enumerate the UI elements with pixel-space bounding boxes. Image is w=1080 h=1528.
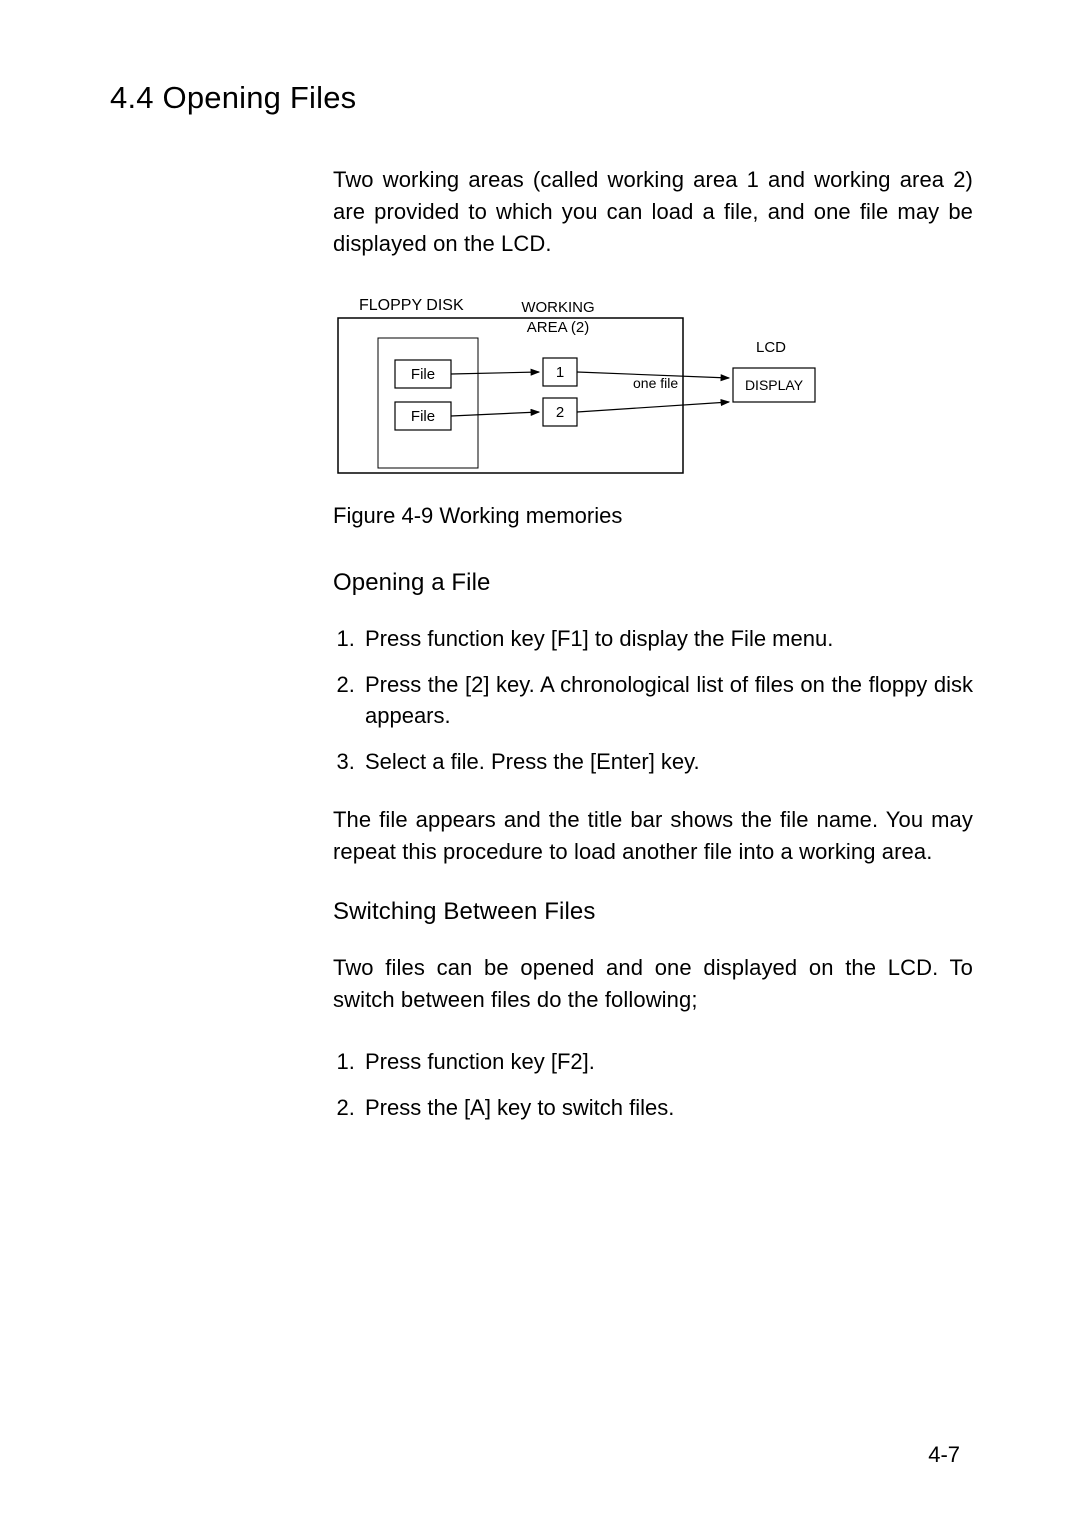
floppy-disk-label: FLOPPY DISK	[359, 297, 464, 314]
switching-files-heading: Switching Between Files	[333, 898, 973, 926]
diagram-svg: FLOPPY DISK File File WORKING AREA (2) 1…	[333, 290, 853, 480]
one-file-label: one file	[633, 375, 678, 391]
switching-files-steps: Press function key [F2]. Press the [A] k…	[333, 1046, 973, 1124]
figure-caption: Figure 4-9 Working memories	[333, 503, 973, 529]
page: 4.4 Opening Files Two working areas (cal…	[0, 0, 1080, 1528]
working-area-2-label: 2	[556, 404, 564, 421]
opening-file-steps: Press function key [F1] to display the F…	[333, 623, 973, 779]
switch-step-2: Press the [A] key to switch files.	[361, 1092, 973, 1124]
page-number: 4-7	[928, 1442, 960, 1468]
open-step-3: Select a file. Press the [Enter] key.	[361, 746, 973, 778]
display-box-label: DISPLAY	[745, 377, 804, 393]
working-area-label-line1: WORKING	[521, 299, 594, 316]
file-box-1-label: File	[411, 366, 435, 383]
switch-step-1: Press function key [F2].	[361, 1046, 973, 1078]
open-step-1: Press function key [F1] to display the F…	[361, 623, 973, 655]
section-title: 4.4 Opening Files	[110, 80, 970, 116]
working-area-label-line2: AREA (2)	[527, 319, 590, 336]
working-memories-diagram: FLOPPY DISK File File WORKING AREA (2) 1…	[333, 290, 973, 485]
intro-paragraph: Two working areas (called working area 1…	[333, 164, 973, 260]
lcd-label: LCD	[756, 339, 786, 356]
opening-file-after: The file appears and the title bar shows…	[333, 804, 973, 868]
file-box-2-label: File	[411, 408, 435, 425]
content-column: Two working areas (called working area 1…	[333, 164, 973, 1124]
working-area-1-label: 1	[556, 364, 564, 381]
switching-files-intro: Two files can be opened and one displaye…	[333, 952, 973, 1016]
opening-file-heading: Opening a File	[333, 569, 973, 597]
open-step-2: Press the [2] key. A chronological list …	[361, 669, 973, 733]
